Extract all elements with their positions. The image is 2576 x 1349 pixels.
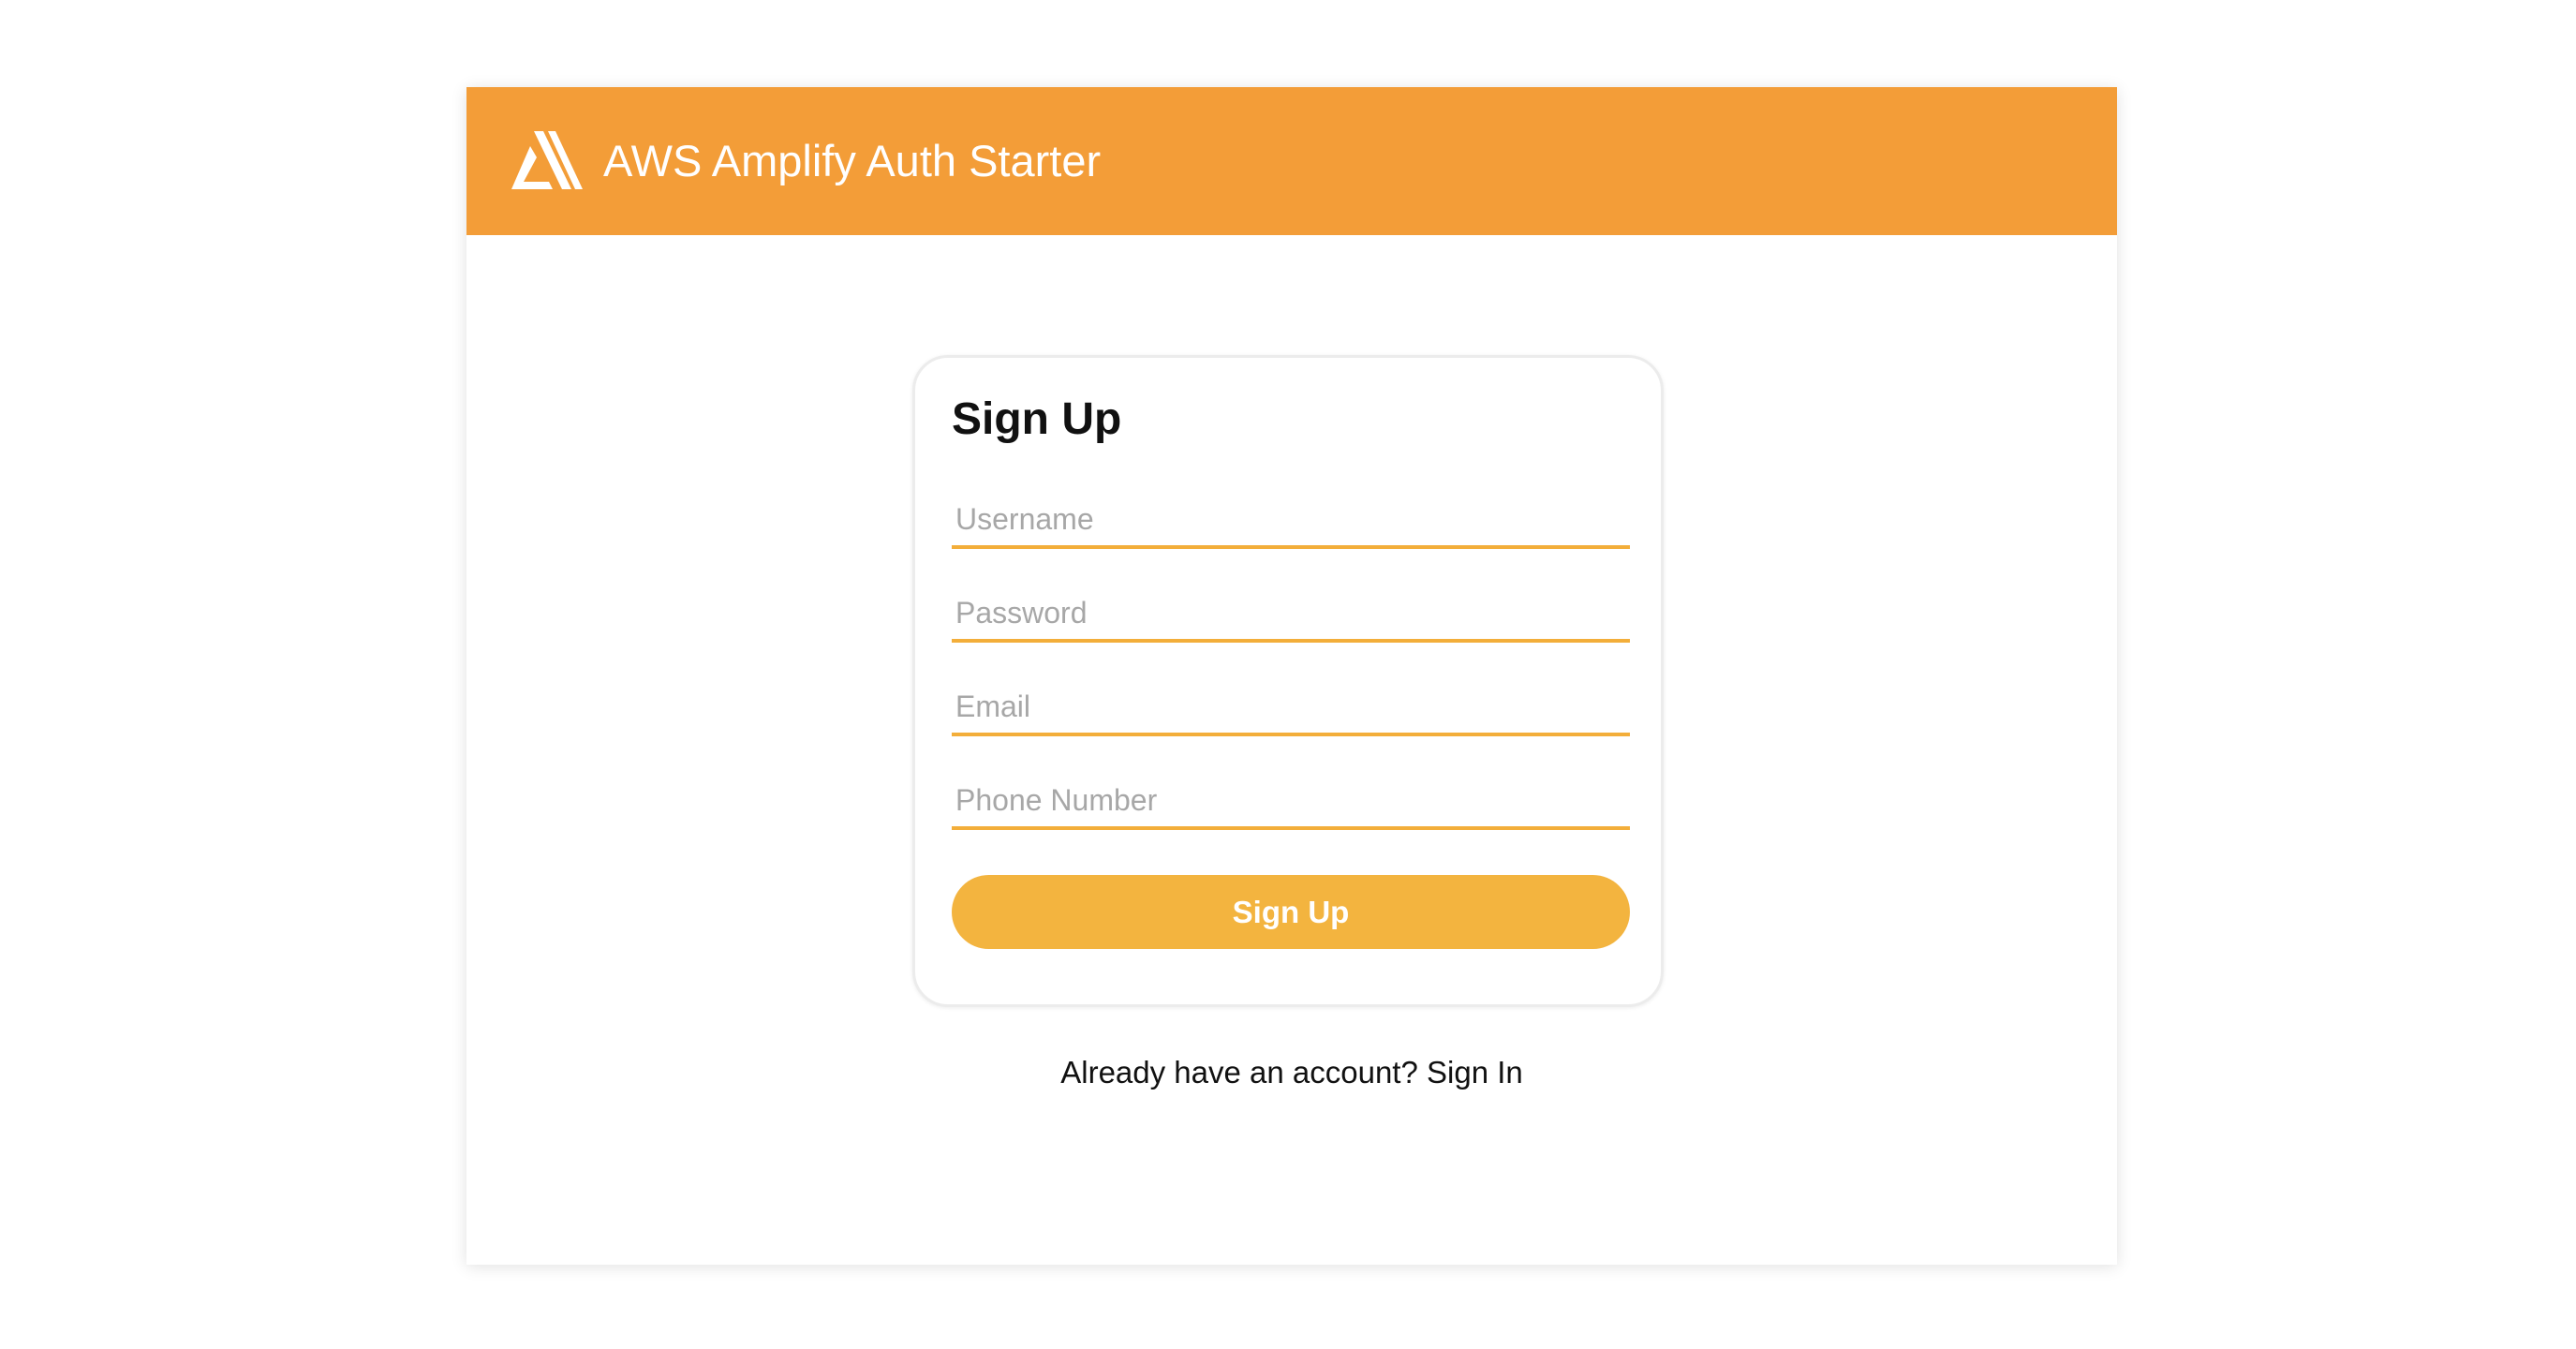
app-title: AWS Amplify Auth Starter: [603, 136, 1102, 185]
signup-title: Sign Up: [952, 394, 1122, 444]
app-window: AWS Amplify Auth Starter Sign Up Sign Up…: [466, 87, 2117, 1265]
phone-number-input[interactable]: [952, 774, 1630, 830]
username-input[interactable]: [952, 493, 1630, 549]
signin-link[interactable]: Sign In: [1427, 1055, 1523, 1090]
signup-button[interactable]: Sign Up: [952, 875, 1630, 949]
header-bar: AWS Amplify Auth Starter: [466, 87, 2117, 235]
aws-amplify-logo-icon: [511, 131, 583, 189]
signup-card: Sign Up Sign Up: [912, 355, 1664, 1007]
password-input[interactable]: [952, 586, 1630, 643]
email-input[interactable]: [952, 680, 1630, 736]
signin-prompt-text: Already have an account?: [1060, 1055, 1418, 1090]
signin-prompt: Already have an account? Sign In: [466, 1055, 2117, 1090]
